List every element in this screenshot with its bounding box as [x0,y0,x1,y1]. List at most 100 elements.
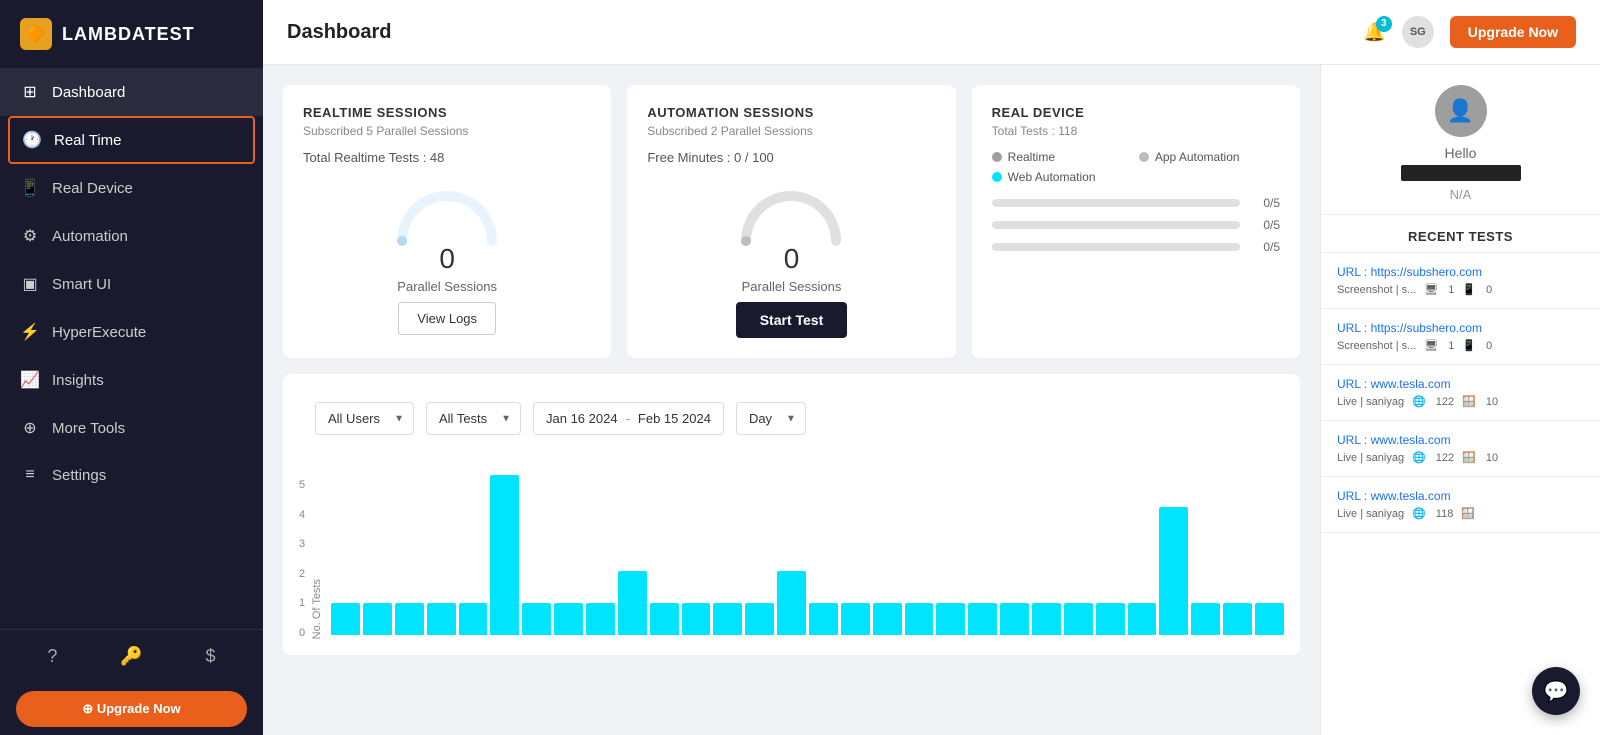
sidebar-item-smartui[interactable]: ▣ Smart UI [0,260,263,308]
recent-test-url: URL : https://subshero.com [1337,265,1584,279]
mobile-count: 0 [1486,284,1492,296]
recent-test-item[interactable]: URL : www.tesla.com Live | saniyag 🌐122 … [1321,421,1600,477]
chart-bar [395,603,424,635]
chart-area [331,479,1284,639]
realtime-total: Total Realtime Tests : 48 [303,150,591,165]
legend-realtime: Realtime [992,150,1133,164]
legend-label-realtime: Realtime [1008,150,1055,164]
user-avatar[interactable]: SG [1402,16,1434,48]
chart-bars [331,479,1284,639]
recent-tests-list: URL : https://subshero.com Screenshot | … [1321,253,1600,533]
sidebar-item-hyperexecute[interactable]: ⚡ HyperExecute [0,308,263,356]
users-filter[interactable]: All Users [315,402,414,435]
chrome-icon: 🌐 [1412,507,1426,520]
logo-text: LAMBDATEST [62,24,195,45]
recent-test-item[interactable]: URL : www.tesla.com Live | saniyag 🌐118 … [1321,477,1600,533]
realtime-subtitle: Subscribed 5 Parallel Sessions [303,124,591,138]
meta-type: Live | saniyag [1337,452,1404,464]
sidebar-item-label: Insights [52,372,104,389]
sidebar-item-label: HyperExecute [52,324,146,341]
sidebar-item-automation[interactable]: ⚙ Automation [0,212,263,260]
logo-icon: 🔶 [20,18,52,50]
recent-test-meta: Live | saniyag 🌐122 🪟10 [1337,451,1584,464]
view-logs-button[interactable]: View Logs [398,302,496,335]
hyperexecute-icon: ⚡ [20,322,40,342]
sidebar-item-label: Real Time [54,132,122,149]
notification-bell[interactable]: 🔔 3 [1363,22,1385,43]
sidebar-item-dashboard[interactable]: ⊞ Dashboard [0,68,263,116]
desktop-icon: 🖥 [1424,339,1438,352]
recent-test-item[interactable]: URL : https://subshero.com Screenshot | … [1321,253,1600,309]
help-icon[interactable]: ? [47,646,57,667]
chrome-icon: 🌐 [1412,395,1426,408]
chart-bar [1159,507,1188,635]
realtime-icon: 🕐 [22,130,42,150]
chart-bar [745,603,774,635]
meta-type: Live | saniyag [1337,508,1404,520]
chart-bar [1255,603,1284,635]
interval-filter[interactable]: Day [736,402,806,435]
date-range[interactable]: Jan 16 2024 - Feb 15 2024 [533,402,724,435]
chart-bar [586,603,615,635]
chart-bar [1128,603,1157,635]
start-test-button[interactable]: Start Test [736,302,848,338]
sidebar-item-realtime[interactable]: 🕐 Real Time [8,116,255,164]
progress-row-1: 0/5 [992,196,1280,210]
stats-row: REALTIME SESSIONS Subscribed 5 Parallel … [283,85,1300,358]
progress-bg-2 [992,221,1240,229]
filter-row: All Users All Tests Jan 16 2024 - Feb 15… [299,390,1284,447]
recent-test-url: URL : www.tesla.com [1337,489,1584,503]
insights-icon: 📈 [20,370,40,390]
windows-icon: 🪟 [1461,507,1475,520]
sidebar-bottom: ? 🔑 $ [0,629,263,683]
realtime-gauge: 0 Parallel Sessions [303,181,591,294]
header-right: 🔔 3 SG Upgrade Now [1363,16,1576,48]
user-name-bar [1401,165,1521,181]
progress-label-2: 0/5 [1250,218,1280,232]
sidebar-item-settings[interactable]: ≡ Settings [0,452,263,498]
automation-icon: ⚙ [20,226,40,246]
key-icon[interactable]: 🔑 [120,646,142,667]
dashboard-icon: ⊞ [20,82,40,102]
sidebar-item-label: Dashboard [52,84,125,101]
page-title: Dashboard [287,21,391,44]
chart-bar [841,603,870,635]
chart-bar [427,603,456,635]
realtime-title: REALTIME SESSIONS [303,105,591,120]
smartui-icon: ▣ [20,274,40,294]
sidebar-item-insights[interactable]: 📈 Insights [0,356,263,404]
recent-test-item[interactable]: URL : https://subshero.com Screenshot | … [1321,309,1600,365]
desktop-count: 1 [1448,284,1454,296]
recent-test-item[interactable]: URL : www.tesla.com Live | saniyag 🌐122 … [1321,365,1600,421]
realtime-parallel-label: Parallel Sessions [397,279,497,294]
chart-bar [490,475,519,635]
automation-gauge: 0 Parallel Sessions [647,181,935,294]
recent-test-meta: Screenshot | s... 🖥1 📱0 [1337,283,1584,296]
recent-test-meta: Live | saniyag 🌐122 🪟10 [1337,395,1584,408]
chart-container: All Users All Tests Jan 16 2024 - Feb 15… [283,374,1300,655]
legend-label-app-automation: App Automation [1155,150,1240,164]
progress-row-3: 0/5 [992,240,1280,254]
chat-bubble[interactable]: 💬 [1532,667,1580,715]
right-panel: 👤 Hello N/A RECENT TESTS URL : https://s… [1320,65,1600,735]
sidebar-upgrade-button[interactable]: ⊕ Upgrade Now [16,691,247,727]
mobile-count: 0 [1486,340,1492,352]
chart-y-axis: 5 4 3 2 1 0 [299,479,311,639]
sidebar-item-realdevice[interactable]: 📱 Real Device [0,164,263,212]
header-upgrade-button[interactable]: Upgrade Now [1450,16,1576,48]
tests-filter[interactable]: All Tests [426,402,521,435]
meta-type: Live | saniyag [1337,396,1404,408]
sidebar-item-moretools[interactable]: ⊕ More Tools [0,404,263,452]
legend-web-automation: Web Automation [992,170,1133,184]
progress-row-2: 0/5 [992,218,1280,232]
realtime-parallel-value: 0 [439,243,455,275]
real-device-total: Total Tests : 118 [992,124,1280,138]
chart-bar [968,603,997,635]
automation-parallel-value: 0 [784,243,800,275]
billing-icon[interactable]: $ [206,646,216,667]
legend-app-automation: App Automation [1139,150,1280,164]
recent-test-url: URL : www.tesla.com [1337,377,1584,391]
real-device-legend: Realtime App Automation Web Automation [992,150,1280,184]
sidebar-logo[interactable]: 🔶 LAMBDATEST [0,0,263,68]
legend-label-web-automation: Web Automation [1008,170,1096,184]
